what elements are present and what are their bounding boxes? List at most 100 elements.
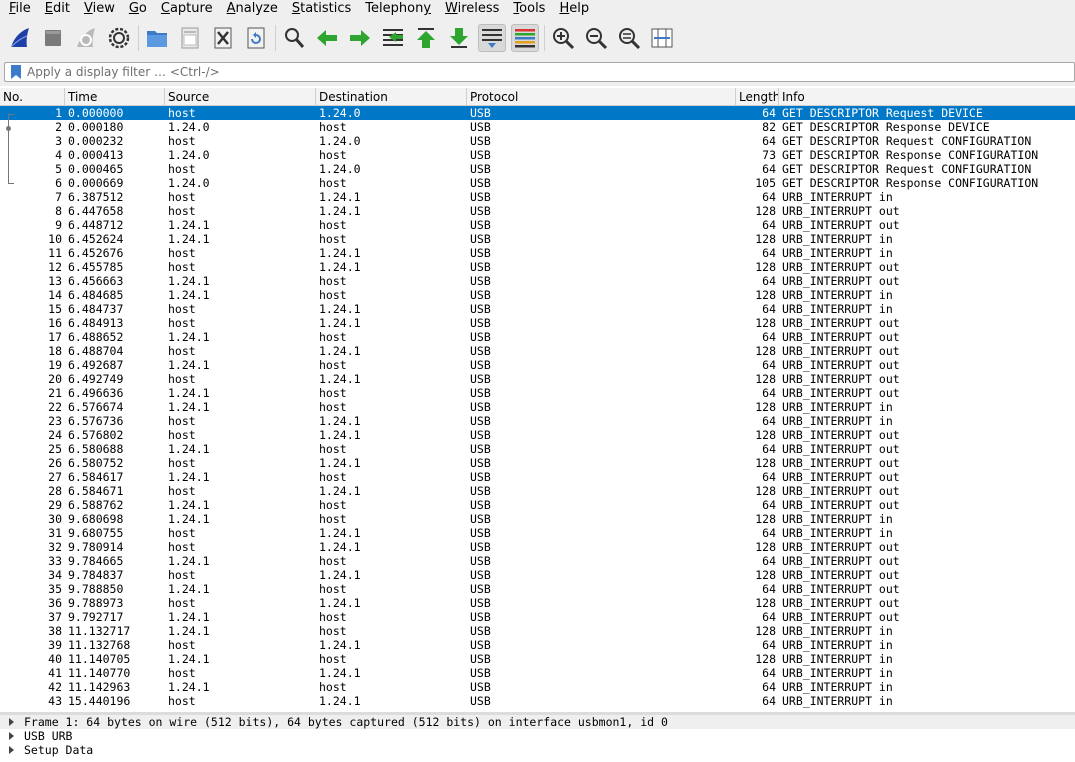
column-header-time[interactable]: Time	[65, 88, 165, 105]
zoom-in-button[interactable]	[549, 24, 577, 52]
menu-item[interactable]: View	[79, 0, 120, 18]
close-file-button[interactable]	[209, 24, 237, 52]
table-row[interactable]: 22 6.576674 1.24.1 host USB 128 URB_INTERRUPT …	[0, 400, 1075, 414]
table-row[interactable]: 11 6.452676 host 1.24.1 USB 64 URB_INTERRUPT i…	[0, 246, 1075, 260]
zoom-normal-button[interactable]	[615, 24, 643, 52]
menu-item[interactable]: Wireless	[440, 0, 504, 18]
table-row[interactable]: 16 6.484913 host 1.24.1 USB 128 URB_INTERRUPT …	[0, 316, 1075, 330]
stop-capture-button[interactable]	[39, 24, 67, 52]
table-row[interactable]: 13 6.456663 1.24.1 host USB 64 URB_INTERRUPT o…	[0, 274, 1075, 288]
detail-tree-item[interactable]: Setup Data	[0, 743, 1075, 757]
table-row[interactable]: 4 0.000413 1.24.0 host USB 73 GET DESCRIPTOR R…	[0, 148, 1075, 162]
table-row[interactable]: 31 9.680755 host 1.24.1 USB 64 URB_INTERRUPT i…	[0, 526, 1075, 540]
display-filter-input[interactable]	[27, 64, 1067, 80]
reload-file-button[interactable]	[242, 24, 270, 52]
restart-capture-button[interactable]	[72, 24, 100, 52]
bookmark-icon[interactable]	[8, 64, 24, 80]
table-row[interactable]: 26 6.580752 host 1.24.1 USB 128 URB_INTERRUPT …	[0, 456, 1075, 470]
packet-destination: host	[319, 330, 347, 344]
table-row[interactable]: 12 6.455785 host 1.24.1 USB 128 URB_INTERRUPT …	[0, 260, 1075, 274]
resize-columns-button[interactable]	[648, 24, 676, 52]
column-header-length[interactable]: Length	[736, 88, 779, 105]
column-header-info[interactable]: Info	[779, 88, 1075, 105]
go-to-packet-button[interactable]	[379, 24, 407, 52]
table-row[interactable]: 39 11.132768 host 1.24.1 USB 64 URB_INTERRUPT …	[0, 638, 1075, 652]
find-packet-button[interactable]	[280, 24, 308, 52]
table-row[interactable]: 17 6.488652 1.24.1 host USB 64 URB_INTERRUPT o…	[0, 330, 1075, 344]
column-header-no[interactable]: No.	[0, 88, 65, 105]
table-row[interactable]: 27 6.584617 1.24.1 host USB 64 URB_INTERRUPT o…	[0, 470, 1075, 484]
go-forward-button[interactable]	[346, 24, 374, 52]
start-capture-button[interactable]	[6, 24, 34, 52]
packet-info: GET DESCRIPTOR Response CONFIGURATION	[782, 148, 1039, 162]
go-last-button[interactable]	[445, 24, 473, 52]
menu-item[interactable]: File	[4, 0, 36, 18]
menu-item[interactable]: Edit	[40, 0, 75, 18]
menu-item[interactable]: Tools	[508, 0, 550, 18]
table-row[interactable]: 21 6.496636 1.24.1 host USB 64 URB_INTERRUPT o…	[0, 386, 1075, 400]
table-row[interactable]: 14 6.484685 1.24.1 host USB 128 URB_INTERRUPT …	[0, 288, 1075, 302]
menu-item[interactable]: Statistics	[287, 0, 356, 18]
table-row[interactable]: 5 0.000465 host 1.24.0 USB 64 GET DESCRIPTOR R…	[0, 162, 1075, 176]
go-back-button[interactable]	[313, 24, 341, 52]
table-row[interactable]: 15 6.484737 host 1.24.1 USB 64 URB_INTERRUPT i…	[0, 302, 1075, 316]
packet-source: host	[168, 302, 196, 316]
table-row[interactable]: 7 6.387512 host 1.24.1 USB 64 URB_INTERRUPT in	[0, 190, 1075, 204]
table-row[interactable]: 40 11.140705 1.24.1 host USB 128 URB_INTERRUPT…	[0, 652, 1075, 666]
table-row[interactable]: 42 11.142963 1.24.1 host USB 64 URB_INTERRUPT …	[0, 680, 1075, 694]
column-header-source[interactable]: Source	[165, 88, 316, 105]
table-row[interactable]: 10 6.452624 1.24.1 host USB 128 URB_INTERRUPT …	[0, 232, 1075, 246]
table-row[interactable]: 19 6.492687 1.24.1 host USB 64 URB_INTERRUPT o…	[0, 358, 1075, 372]
table-row[interactable]: 25 6.580688 1.24.1 host USB 64 URB_INTERRUPT o…	[0, 442, 1075, 456]
packet-rows: 1 0.000000 host 1.24.0 USB 64 GET DESCRIPTOR R…	[0, 106, 1075, 708]
table-row[interactable]: 38 11.132717 1.24.1 host USB 128 URB_INTERRUPT…	[0, 624, 1075, 638]
menu-item[interactable]: Analyze	[222, 0, 283, 18]
display-filter-box	[4, 62, 1075, 82]
table-row[interactable]: 43 15.440196 host 1.24.1 USB 64 URB_INTERRUPT …	[0, 694, 1075, 708]
expand-arrow-icon[interactable]	[9, 718, 14, 726]
menu-item[interactable]: Telephony	[360, 0, 436, 18]
table-row[interactable]: 2 0.000180 1.24.0 host USB 82 GET DESCRIPTOR R…	[0, 120, 1075, 134]
table-row[interactable]: 34 9.784837 host 1.24.1 USB 128 URB_INTERRUPT …	[0, 568, 1075, 582]
packet-protocol: USB	[470, 582, 491, 596]
column-header-destination[interactable]: Destination	[316, 88, 467, 105]
table-row[interactable]: 8 6.447658 host 1.24.1 USB 128 URB_INTERRUPT o…	[0, 204, 1075, 218]
table-row[interactable]: 1 0.000000 host 1.24.0 USB 64 GET DESCRIPTOR R…	[0, 106, 1075, 120]
table-row[interactable]: 32 9.780914 host 1.24.1 USB 128 URB_INTERRUPT …	[0, 540, 1075, 554]
packet-time: 6.584617	[68, 470, 124, 484]
go-first-button[interactable]	[412, 24, 440, 52]
packet-length: 64	[762, 302, 776, 316]
detail-tree-item[interactable]: USB URB	[0, 729, 1075, 743]
zoom-out-button[interactable]	[582, 24, 610, 52]
column-header-protocol[interactable]: Protocol	[467, 88, 736, 105]
table-row[interactable]: 36 9.788973 host 1.24.1 USB 128 URB_INTERRUPT …	[0, 596, 1075, 610]
save-file-button[interactable]	[176, 24, 204, 52]
table-row[interactable]: 24 6.576802 host 1.24.1 USB 128 URB_INTERRUPT …	[0, 428, 1075, 442]
table-row[interactable]: 35 9.788850 1.24.1 host USB 64 URB_INTERRUPT o…	[0, 582, 1075, 596]
table-row[interactable]: 29 6.588762 1.24.1 host USB 64 URB_INTERRUPT o…	[0, 498, 1075, 512]
table-row[interactable]: 37 9.792717 1.24.1 host USB 64 URB_INTERRUPT o…	[0, 610, 1075, 624]
packet-length: 105	[755, 176, 776, 190]
menu-item[interactable]: Go	[124, 0, 152, 18]
expand-arrow-icon[interactable]	[9, 732, 14, 740]
detail-tree-item[interactable]: Frame 1: 64 bytes on wire (512 bits), 64…	[0, 715, 1075, 729]
table-row[interactable]: 30 9.680698 1.24.1 host USB 128 URB_INTERRUPT …	[0, 512, 1075, 526]
open-file-button[interactable]	[143, 24, 171, 52]
table-row[interactable]: 9 6.448712 1.24.1 host USB 64 URB_INTERRUPT ou…	[0, 218, 1075, 232]
table-row[interactable]: 28 6.584671 host 1.24.1 USB 128 URB_INTERRUPT …	[0, 484, 1075, 498]
table-row[interactable]: 41 11.140770 host 1.24.1 USB 64 URB_INTERRUPT …	[0, 666, 1075, 680]
table-row[interactable]: 3 0.000232 host 1.24.0 USB 64 GET DESCRIPTOR R…	[0, 134, 1075, 148]
colorize-button[interactable]	[511, 24, 539, 52]
capture-options-button[interactable]	[105, 24, 133, 52]
table-row[interactable]: 23 6.576736 host 1.24.1 USB 64 URB_INTERRUPT i…	[0, 414, 1075, 428]
auto-scroll-button[interactable]	[478, 24, 506, 52]
menu-item[interactable]: Capture	[156, 0, 218, 18]
table-row[interactable]: 20 6.492749 host 1.24.1 USB 128 URB_INTERRUPT …	[0, 372, 1075, 386]
table-row[interactable]: 33 9.784665 1.24.1 host USB 64 URB_INTERRUPT o…	[0, 554, 1075, 568]
packet-length: 64	[762, 218, 776, 232]
table-row[interactable]: 18 6.488704 host 1.24.1 USB 128 URB_INTERRUPT …	[0, 344, 1075, 358]
packet-protocol: USB	[470, 288, 491, 302]
table-row[interactable]: 6 0.000669 1.24.0 host USB 105 GET DESCRIPTOR …	[0, 176, 1075, 190]
menu-item[interactable]: Help	[554, 0, 594, 18]
expand-arrow-icon[interactable]	[9, 746, 14, 754]
